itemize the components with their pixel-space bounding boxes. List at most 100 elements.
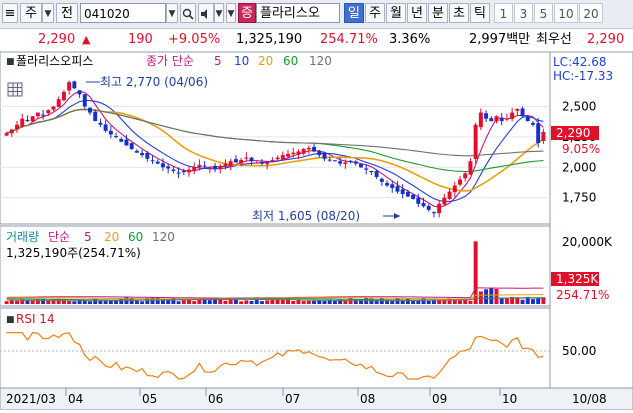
candle-body	[327, 159, 332, 161]
x-axis-label: 04	[68, 392, 83, 406]
volume-bar	[359, 299, 363, 304]
sound-icon[interactable]	[198, 3, 214, 23]
candle-body	[494, 116, 499, 122]
candle-body	[20, 118, 25, 127]
candle-body	[4, 133, 9, 136]
candle-body	[353, 161, 358, 164]
chevron-down-icon[interactable]: ▼	[166, 3, 178, 23]
stock-name-field[interactable]: 플라리스오	[256, 3, 340, 23]
candle-body	[338, 161, 343, 164]
candle-body	[35, 112, 40, 117]
period-tab-3[interactable]: 년	[407, 3, 427, 23]
candle-body	[187, 169, 191, 173]
interval-button-1[interactable]: 3	[514, 3, 533, 23]
candle-body	[291, 152, 296, 155]
volume-readout: 1,325,190주(254.71%)	[6, 246, 141, 260]
candle-body	[530, 122, 535, 125]
chart-area[interactable]: ■ 폴라리스오피스 종가 단순 5 10 20 60 120 최고 2,770 …	[0, 51, 633, 411]
candle-body	[463, 173, 468, 179]
candle-body	[437, 203, 442, 214]
candle-body	[447, 191, 452, 200]
zeung-badge[interactable]: 증	[238, 3, 256, 23]
search-icon[interactable]	[180, 3, 196, 23]
rsi-y-tick: 50.00	[562, 344, 596, 358]
candle-body	[108, 130, 113, 135]
volume-bar	[254, 300, 259, 304]
price-change: 190	[128, 32, 153, 47]
volume-bar	[291, 301, 296, 304]
market-button[interactable]: 주	[20, 3, 42, 23]
candle-body	[301, 149, 306, 154]
candle-body	[30, 116, 35, 122]
candle-body	[239, 159, 244, 164]
volume-bar	[223, 300, 228, 304]
volume-bar	[4, 301, 9, 304]
ma-legend-120: 120	[309, 54, 332, 68]
period-tab-2[interactable]: 월	[386, 3, 406, 23]
table-icon[interactable]	[7, 82, 23, 97]
price-y-tick: 2,000	[562, 160, 596, 174]
candle-body	[213, 165, 218, 169]
candle-body	[259, 161, 264, 164]
candle-body	[400, 189, 405, 195]
volume-panel	[0, 225, 551, 307]
candle-body	[536, 123, 541, 143]
volume-bar	[306, 300, 311, 304]
volume-bar	[312, 300, 317, 304]
candle-body	[369, 170, 374, 173]
candle-body	[129, 143, 134, 150]
chevron-down-icon[interactable]: ▼	[42, 3, 54, 23]
volume-bar	[72, 301, 77, 304]
x-axis-label: 08	[360, 392, 375, 406]
stock-chart[interactable]: ■ 폴라리스오피스 종가 단순 5 10 20 60 120 최고 2,770 …	[0, 51, 633, 411]
period-tab-1[interactable]: 주	[365, 3, 385, 23]
interval-button-2[interactable]: 5	[534, 3, 553, 23]
period-tab-5[interactable]: 초	[449, 3, 469, 23]
candle-body	[379, 178, 384, 182]
interval-button-0[interactable]: 1	[494, 3, 513, 23]
indicator-label: 종가 단순	[146, 54, 194, 68]
candle-body	[265, 162, 270, 165]
volume-bar	[140, 301, 145, 304]
period-tab-4[interactable]: 분	[428, 3, 448, 23]
collapse-icon[interactable]: ■	[6, 315, 15, 325]
x-axis-label: 07	[285, 392, 300, 406]
candle-body	[322, 152, 327, 159]
candle-body	[119, 139, 124, 142]
period-tab-0[interactable]: 일	[344, 3, 364, 23]
candle-body	[270, 159, 275, 162]
vol-ma-legend-20: 20	[104, 230, 119, 244]
candle-body	[145, 152, 150, 159]
ma-legend-60: 60	[283, 54, 298, 68]
candle-body	[385, 182, 390, 186]
chevron-down-icon[interactable]: ▼	[226, 3, 236, 23]
collapse-icon[interactable]: ■	[6, 57, 15, 67]
x-axis-label: 2021/03	[6, 392, 56, 406]
volume-title: 거래량	[6, 230, 39, 244]
menu-icon[interactable]: ≡	[2, 3, 18, 23]
candle-body	[312, 146, 317, 152]
candle-body	[15, 124, 20, 130]
candle-body	[140, 152, 145, 156]
candle-body	[473, 124, 478, 159]
candle-body	[181, 170, 186, 173]
candle-body	[296, 151, 301, 155]
chart-stock-name: 폴라리스오피스	[16, 54, 93, 68]
chevron-down-icon[interactable]: ▼	[214, 3, 224, 23]
x-axis-label: 06	[208, 392, 223, 406]
lc-label: LC:42.68	[553, 55, 606, 69]
volume-y-tick: 20,000K	[562, 235, 613, 249]
candle-body	[484, 113, 489, 119]
ma-legend-5: 5	[214, 54, 222, 68]
volume-current-pct: 254.71%	[556, 288, 609, 302]
candle-body	[150, 160, 155, 162]
candle-body	[56, 99, 61, 107]
type-button[interactable]: 전	[56, 3, 78, 23]
interval-button-3[interactable]: 10	[554, 3, 578, 23]
interval-button-4[interactable]: 20	[579, 3, 603, 23]
period-tab-6[interactable]: 틱	[470, 3, 490, 23]
candle-body	[103, 124, 108, 131]
candle-body	[82, 94, 87, 107]
candle-body	[77, 90, 82, 95]
stock-code-input[interactable]: 041020	[80, 3, 166, 23]
